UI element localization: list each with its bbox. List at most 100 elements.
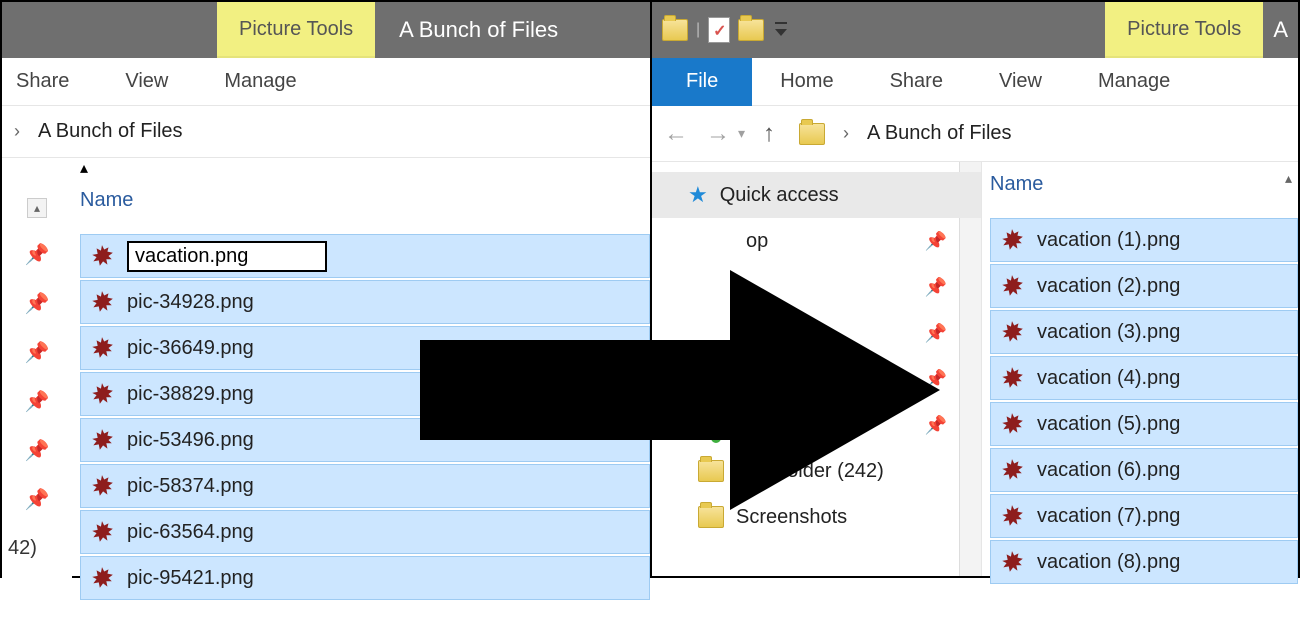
folder-icon[interactable] <box>662 19 688 41</box>
tab-file[interactable]: File <box>652 58 752 106</box>
folder-icon <box>698 506 724 528</box>
file-row-editing[interactable] <box>80 234 650 278</box>
sync-check-icon <box>710 432 722 444</box>
breadcrumb[interactable]: A Bunch of Files <box>38 120 183 143</box>
file-row[interactable]: vacation (6).png <box>990 448 1298 492</box>
forward-arrow-icon[interactable]: → <box>706 120 730 148</box>
sidebar-item[interactable]: op 📌 <box>652 218 981 264</box>
titlebar-left: Picture Tools A Bunch of Files <box>2 2 650 58</box>
sort-caret-icon[interactable]: ▴ <box>80 160 88 177</box>
sidebar-item[interactable]: How To Geek 📌 <box>652 402 981 448</box>
sidebar-label: New folder (242) <box>736 460 884 483</box>
pin-column: ▴ 📌 📌 📌 📌 📌 📌 42) <box>2 158 72 628</box>
file-row[interactable]: pic-58374.png <box>80 464 650 508</box>
sort-caret-icon[interactable]: ▴ <box>1285 170 1292 187</box>
file-row[interactable]: vacation (5).png <box>990 402 1298 446</box>
file-row[interactable]: vacation (4).png <box>990 356 1298 400</box>
file-row[interactable]: pic-63564.png <box>80 510 650 554</box>
chevron-right-icon[interactable]: › <box>843 123 849 144</box>
tab-share[interactable]: Share <box>862 58 971 106</box>
file-icon <box>999 319 1025 345</box>
breadcrumb[interactable]: A Bunch of Files <box>867 122 1012 145</box>
star-icon: ★ <box>688 182 708 208</box>
pin-icon: 📌 <box>2 340 72 365</box>
file-name: vacation (5).png <box>1037 413 1180 436</box>
file-row[interactable]: vacation (8).png <box>990 540 1298 584</box>
file-icon <box>89 335 115 361</box>
window-title: A <box>1263 2 1298 58</box>
history-dropdown-icon[interactable]: ▾ <box>738 125 745 142</box>
pin-icon: 📌 <box>2 487 72 512</box>
tab-manage[interactable]: Manage <box>196 58 324 106</box>
file-name: pic-58374.png <box>127 475 254 498</box>
pin-icon: 📌 <box>925 369 947 390</box>
tab-view[interactable]: View <box>97 58 196 106</box>
sidebar-item[interactable]: ctures 📌 <box>652 356 981 402</box>
file-icon <box>89 381 115 407</box>
file-row[interactable]: vacation (1).png <box>990 218 1298 262</box>
file-name: vacation (7).png <box>1037 505 1180 528</box>
ribbon-left: Share View Manage <box>2 58 650 106</box>
tab-share[interactable]: Share <box>2 58 97 106</box>
sidebar-item[interactable]: 📌 <box>652 264 981 310</box>
sidebar-label: Quick access <box>720 184 839 207</box>
nav-sidebar: ▴ ★ Quick access op 📌 📌 📌 <box>652 162 982 576</box>
tab-home[interactable]: Home <box>752 58 861 106</box>
pin-icon: 📌 <box>925 277 947 298</box>
file-icon <box>89 565 115 591</box>
file-name: pic-34928.png <box>127 291 254 314</box>
pin-icon: 📌 <box>2 242 72 267</box>
picture-tools-tab[interactable]: Picture Tools <box>217 2 375 58</box>
separator: | <box>696 21 700 39</box>
back-arrow-icon[interactable]: ← <box>664 120 688 148</box>
tab-manage[interactable]: Manage <box>1070 58 1198 106</box>
file-row[interactable]: pic-38829.png <box>80 372 650 416</box>
file-row[interactable]: pic-34928.png <box>80 280 650 324</box>
navbar-left: › A Bunch of Files <box>2 106 650 158</box>
folder-icon[interactable] <box>799 123 825 145</box>
file-row[interactable]: pic-53496.png <box>80 418 650 462</box>
file-icon <box>999 227 1025 253</box>
sidebar-quick-access[interactable]: ★ Quick access <box>652 172 981 218</box>
column-name-header[interactable]: Name <box>990 173 1043 196</box>
file-icon <box>89 289 115 315</box>
tab-view[interactable]: View <box>971 58 1070 106</box>
file-icon <box>89 243 115 269</box>
picture-tools-tab[interactable]: Picture Tools <box>1105 2 1263 58</box>
sidebar-item[interactable]: Screenshots <box>652 494 981 540</box>
file-name: pic-63564.png <box>127 521 254 544</box>
file-icon <box>999 503 1025 529</box>
cropped-text: 42) <box>8 537 37 560</box>
chevron-right-icon[interactable]: › <box>14 121 20 142</box>
scroll-up-icon[interactable]: ▴ <box>27 198 47 218</box>
file-row[interactable]: vacation (2).png <box>990 264 1298 308</box>
folder-icon[interactable] <box>738 19 764 41</box>
file-name: vacation (3).png <box>1037 321 1180 344</box>
file-pane-left: ▴ Name pic-34928.png pic-36649.png <box>72 158 650 628</box>
column-name-header[interactable]: Name <box>80 189 133 212</box>
file-name: vacation (4).png <box>1037 367 1180 390</box>
file-icon <box>89 473 115 499</box>
qat-customize-icon[interactable] <box>772 19 790 41</box>
properties-icon[interactable] <box>708 17 730 43</box>
sidebar-label: Screenshots <box>736 506 847 529</box>
sidebar-item[interactable]: 📌 <box>652 310 981 356</box>
file-row[interactable]: pic-95421.png <box>80 556 650 600</box>
file-icon <box>999 273 1025 299</box>
pin-icon: 📌 <box>925 231 947 252</box>
sidebar-item[interactable]: New folder (242) <box>652 448 981 494</box>
quick-access-toolbar: | <box>652 2 800 58</box>
window-title: A Bunch of Files <box>375 2 582 58</box>
up-arrow-icon[interactable]: ↑ <box>763 120 775 148</box>
file-icon <box>89 427 115 453</box>
rename-input[interactable] <box>127 241 327 272</box>
file-icon <box>89 519 115 545</box>
file-icon <box>999 457 1025 483</box>
file-row[interactable]: vacation (7).png <box>990 494 1298 538</box>
file-row[interactable]: vacation (3).png <box>990 310 1298 354</box>
file-name: vacation (8).png <box>1037 551 1180 574</box>
navbar-right: ← → ▾ ↑ › A Bunch of Files <box>652 106 1298 162</box>
ribbon-right: File Home Share View Manage <box>652 58 1298 106</box>
file-name: vacation (6).png <box>1037 459 1180 482</box>
file-row[interactable]: pic-36649.png <box>80 326 650 370</box>
